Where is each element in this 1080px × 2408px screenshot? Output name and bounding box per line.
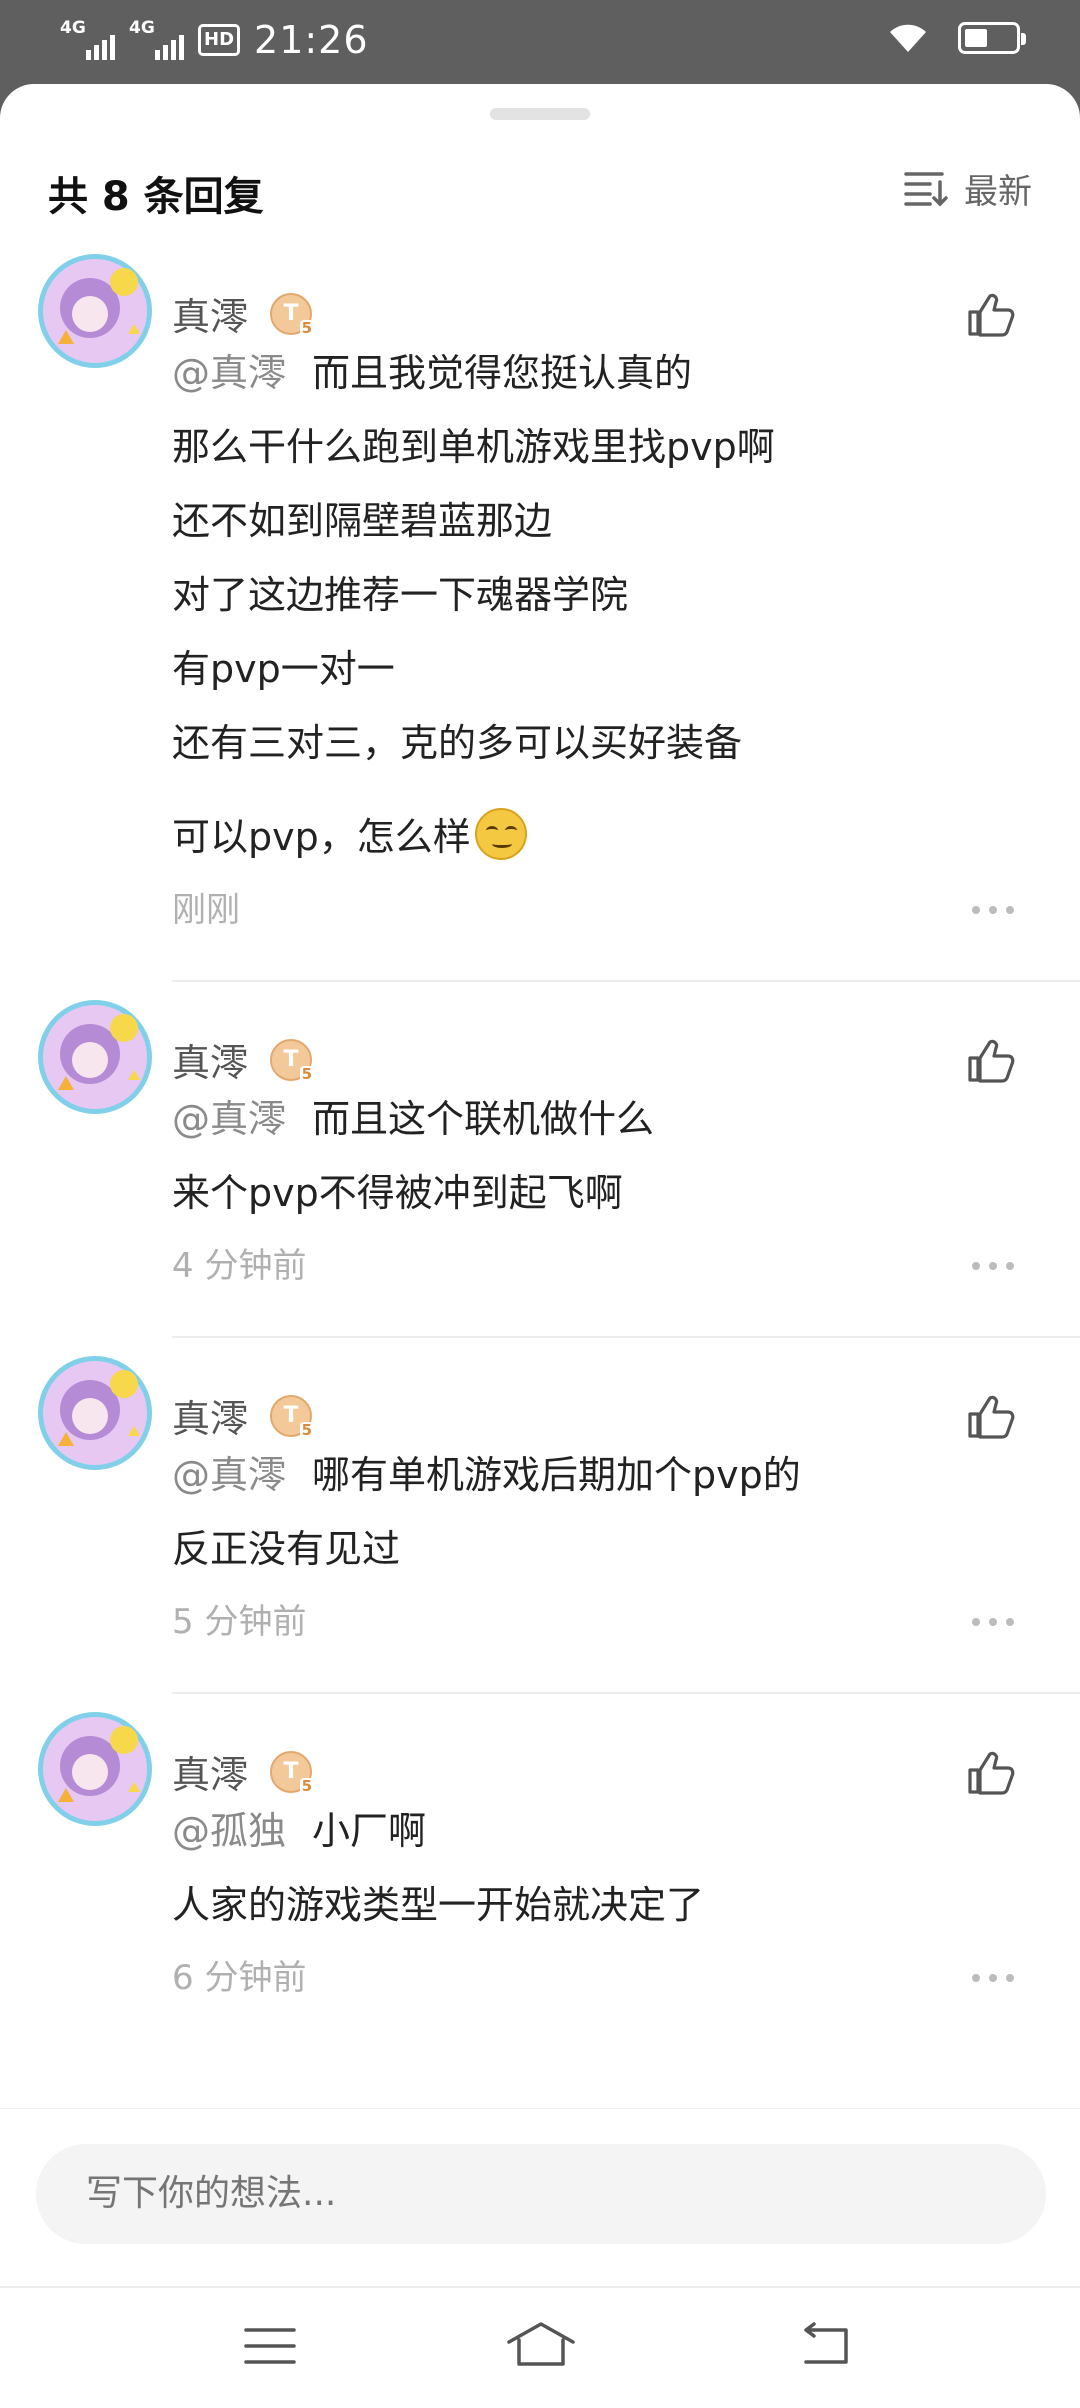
status-bar: 4G 4G HD 21:26 — [0, 0, 1080, 84]
more-options-icon[interactable] — [972, 1618, 1014, 1626]
comment-line: 来个pvp不得被冲到起飞啊 — [172, 1171, 623, 1215]
mention-link[interactable]: @真澪 — [172, 1453, 286, 1497]
avatar[interactable] — [38, 1712, 152, 1826]
divider — [172, 1692, 1080, 1694]
comment-input-bar — [0, 2108, 1080, 2286]
comment-line: 而且我觉得您挺认真的 — [312, 351, 693, 395]
comment-sheet: 共 8 条回复 最新 真澪 T 5 @真澪 而且我觉得您挺认真的 那么干什么跑到… — [0, 84, 1080, 2408]
comment-list: 真澪 T5 @真澪 而且我觉得您挺认真的 那么干什么跑到单机游戏里找pvp啊 还不… — [0, 254, 1080, 2048]
comment-text-with-emoji: 可以pvp，怎么样 — [172, 800, 1032, 874]
level-badge: T5 — [270, 292, 315, 337]
wifi-icon — [890, 24, 926, 52]
comment-line: 有pvp一对一 — [172, 647, 395, 691]
comment-line: 那么干什么跑到单机游戏里找pvp啊 — [172, 425, 775, 469]
level-badge: T5 — [270, 1394, 315, 1439]
level-badge: T5 — [270, 1750, 315, 1795]
comment-timestamp: 刚刚 — [172, 890, 240, 930]
author-name[interactable]: 真澪 — [172, 1032, 248, 1087]
thumbs-up-icon[interactable] — [966, 1748, 1016, 1798]
sheet-header: 共 8 条回复 最新 — [0, 144, 1080, 244]
mention-link[interactable]: @真澪 — [172, 1097, 286, 1141]
level-badge-letter: T — [283, 1402, 299, 1428]
battery-icon — [958, 22, 1026, 54]
author-name[interactable]: 真澪 — [172, 1388, 248, 1443]
level-badge-number: 5 — [299, 1420, 315, 1439]
avatar[interactable] — [38, 1000, 152, 1114]
more-options-icon[interactable] — [972, 906, 1014, 914]
comment-input[interactable] — [36, 2144, 1046, 2244]
mention-link[interactable]: @孤独 — [172, 1809, 286, 1853]
comment-timestamp: 6 分钟前 — [172, 1958, 307, 1998]
comment-text: @真澪 而且我觉得您挺认真的 — [172, 336, 1032, 410]
comment-item[interactable]: 真澪 T5 @真澪 而且这个联机做什么 来个pvp不得被冲到起飞啊 4 分钟前 — [0, 1000, 1080, 1336]
more-options-icon[interactable] — [972, 1974, 1014, 1982]
comment-line: 可以pvp，怎么样 — [172, 815, 471, 859]
comment-line: 还不如到隔壁碧蓝那边 — [172, 499, 553, 543]
home-icon[interactable] — [505, 2316, 577, 2376]
divider — [172, 1336, 1080, 1338]
sort-button[interactable]: 最新 — [904, 164, 1032, 213]
author-name[interactable]: 真澪 — [172, 1744, 248, 1799]
level-badge-letter: T — [283, 1046, 299, 1072]
level-badge-number: 5 — [299, 1064, 315, 1083]
signal-icon: 4G — [60, 20, 115, 60]
thumbs-up-icon[interactable] — [966, 1036, 1016, 1086]
level-badge: T5 — [270, 1038, 315, 1083]
hd-voice-icon: HD — [198, 24, 241, 56]
sort-label: 最新 — [964, 172, 1032, 212]
signal-icon-2: 4G — [129, 20, 184, 60]
avatar[interactable] — [38, 254, 152, 368]
comment-line: 反正没有见过 — [172, 1527, 401, 1571]
level-badge-letter: T — [283, 300, 299, 326]
thumbs-up-icon[interactable] — [966, 290, 1016, 340]
level-badge-number: 5 — [299, 1776, 315, 1795]
divider — [172, 980, 1080, 982]
comment-item[interactable]: 真澪 T5 @孤独 小厂啊 人家的游戏类型一开始就决定了 6 分钟前 — [0, 1712, 1080, 2048]
comment-item[interactable]: 真澪 T5 @真澪 哪有单机游戏后期加个pvp的 反正没有见过 5 分钟前 — [0, 1356, 1080, 1692]
comment-item[interactable]: 真澪 T5 @真澪 而且我觉得您挺认真的 那么干什么跑到单机游戏里找pvp啊 还不… — [0, 254, 1080, 980]
menu-icon[interactable] — [240, 2316, 300, 2376]
avatar[interactable] — [38, 1356, 152, 1470]
comment-text: @真澪 哪有单机游戏后期加个pvp的 — [172, 1438, 1032, 1512]
thumbs-up-icon[interactable] — [966, 1392, 1016, 1442]
status-time: 21:26 — [254, 18, 369, 62]
comment-line: 哪有单机游戏后期加个pvp的 — [312, 1453, 801, 1497]
comment-text: @孤独 小厂啊 — [172, 1794, 1032, 1868]
author-name[interactable]: 真澪 — [172, 286, 248, 341]
network-type-label-2: 4G — [129, 18, 155, 38]
comment-timestamp: 4 分钟前 — [172, 1246, 307, 1286]
level-badge-number: 5 — [299, 318, 315, 337]
comment-text: @真澪 而且这个联机做什么 — [172, 1082, 1032, 1156]
mention-link[interactable]: @真澪 — [172, 351, 286, 395]
comment-line: 而且这个联机做什么 — [312, 1097, 655, 1141]
level-badge-letter: T — [283, 1758, 299, 1784]
comment-line: 小厂啊 — [312, 1809, 427, 1853]
reply-count-title: 共 8 条回复 — [48, 174, 264, 220]
system-nav-bar — [0, 2286, 1080, 2408]
sort-lines-icon — [904, 171, 948, 206]
drag-handle[interactable] — [490, 108, 590, 120]
comment-line: 对了这边推荐一下魂器学院 — [172, 573, 629, 617]
comment-line: 还有三对三，克的多可以买好装备 — [172, 721, 743, 765]
back-icon[interactable] — [796, 2316, 856, 2376]
comment-timestamp: 5 分钟前 — [172, 1602, 307, 1642]
network-type-label: 4G — [60, 18, 86, 38]
more-options-icon[interactable] — [972, 1262, 1014, 1270]
smirk-emoji-icon — [474, 808, 527, 860]
comment-line: 人家的游戏类型一开始就决定了 — [172, 1883, 705, 1927]
